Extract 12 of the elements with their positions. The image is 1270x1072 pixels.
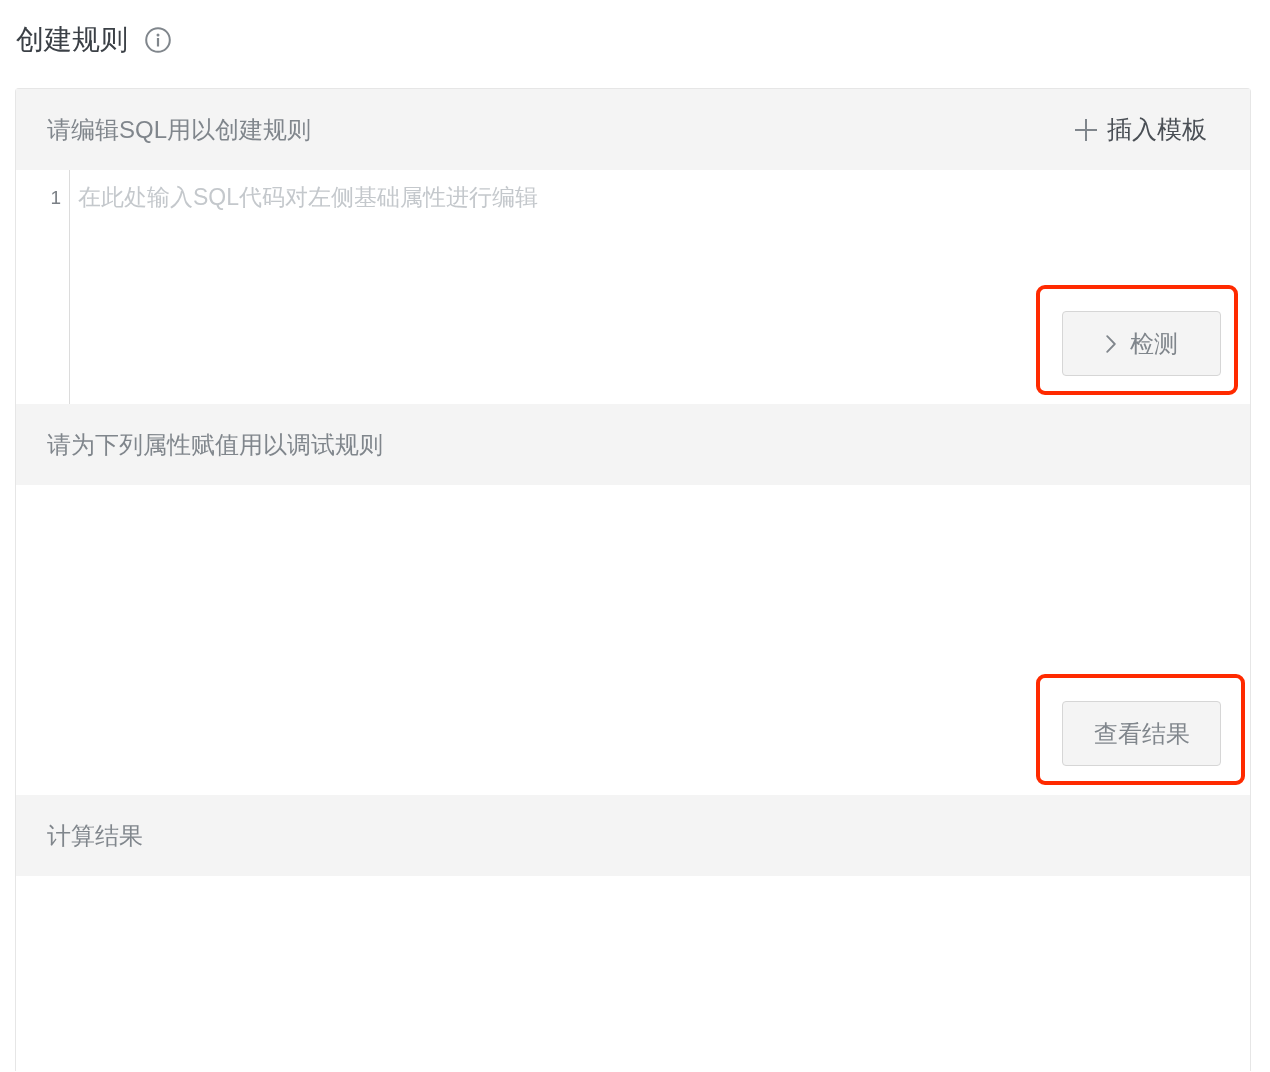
check-button[interactable]: 检测 (1062, 311, 1221, 376)
page-title: 创建规则 (16, 23, 128, 57)
info-icon[interactable] (145, 27, 171, 53)
section-title: 请为下列属性赋值用以调试规则 (47, 429, 383, 460)
section-title: 请编辑SQL用以创建规则 (47, 114, 312, 145)
code-input-field[interactable]: 在此处输入SQL代码对左侧基础属性进行编辑 (70, 170, 1036, 404)
plus-icon (1075, 118, 1097, 141)
view-result-button[interactable]: 查看结果 (1062, 701, 1221, 766)
section-title: 计算结果 (47, 820, 143, 851)
line-number: 1 (49, 186, 61, 210)
chevron-icon (1105, 334, 1116, 353)
insert-template-button[interactable]: 插入模板 (1075, 113, 1207, 146)
